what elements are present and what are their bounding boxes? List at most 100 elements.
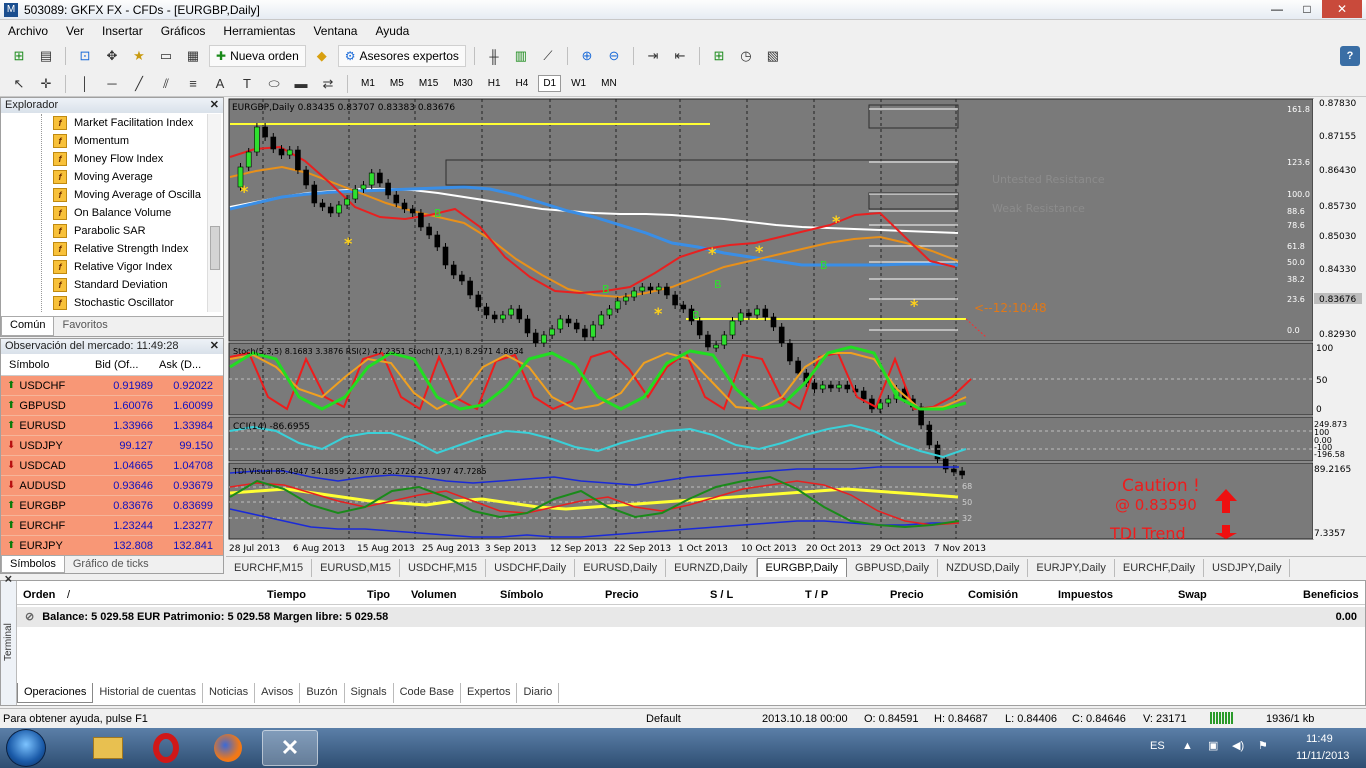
tree-item[interactable]: f Moving Average of Oscilla: [1, 186, 209, 204]
col-bid[interactable]: Bid (Of...: [91, 359, 153, 371]
explorer-taskbar-icon[interactable]: [80, 730, 136, 766]
tree-item[interactable]: f Momentum: [1, 132, 209, 150]
horizontal-line-icon[interactable]: ─: [101, 74, 123, 94]
close-icon[interactable]: ✕: [4, 575, 15, 583]
terminal-tab[interactable]: Historial de cuentas: [93, 683, 203, 703]
line-chart-icon[interactable]: ⟋: [537, 46, 559, 66]
expert-advisors-button[interactable]: ⚙ Asesores expertos: [337, 45, 466, 67]
language-indicator[interactable]: ES: [1150, 740, 1165, 752]
tree-item[interactable]: f Money Flow Index: [1, 150, 209, 168]
market-watch-icon[interactable]: ⊡: [74, 46, 96, 66]
chart-tab[interactable]: USDCHF,Daily: [486, 558, 576, 577]
tree-item[interactable]: f Parabolic SAR: [1, 222, 209, 240]
market-watch-row[interactable]: ⬆ EURUSD 1.33966 1.33984: [1, 416, 223, 436]
terminal-tab[interactable]: Avisos: [255, 683, 301, 703]
menu-ventana[interactable]: Ventana: [313, 24, 357, 38]
timeframe-m15[interactable]: M15: [414, 75, 443, 92]
terminal-tab[interactable]: Diario: [517, 683, 560, 703]
market-watch-row[interactable]: ⬆ GBPUSD 1.60076 1.60099: [1, 396, 223, 416]
tab-simbolos[interactable]: Símbolos: [1, 556, 65, 573]
tree-item[interactable]: f Relative Strength Index: [1, 240, 209, 258]
flag-icon[interactable]: ⚑: [1258, 739, 1268, 752]
timeframe-h1[interactable]: H1: [483, 75, 506, 92]
tab-favoritos[interactable]: Favoritos: [54, 317, 115, 336]
market-watch-row[interactable]: ⬆ EURJPY 132.808 132.841: [1, 536, 223, 556]
terminal-icon[interactable]: ▭: [155, 46, 177, 66]
cursor-icon[interactable]: ↖: [8, 74, 30, 94]
zoom-in-icon[interactable]: ⊕: [576, 46, 598, 66]
cci-pane[interactable]: [228, 416, 1314, 462]
tree-item[interactable]: f Moving Average: [1, 168, 209, 186]
opera-taskbar-icon[interactable]: [138, 730, 194, 766]
indicators-icon[interactable]: ⊞: [708, 46, 730, 66]
firefox-taskbar-icon[interactable]: [200, 730, 256, 766]
menu-insertar[interactable]: Insertar: [102, 24, 143, 38]
volume-icon[interactable]: ◀): [1232, 739, 1244, 752]
timeframe-m1[interactable]: M1: [356, 75, 380, 92]
new-chart-icon[interactable]: ⊞: [8, 46, 30, 66]
chart-window[interactable]: 161.8 123.6 100.0 88.6 78.6 61.8 50.0 38.2 23.6 0…: [226, 97, 1366, 557]
market-watch-row[interactable]: ⬇ USDJPY 99.127 99.150: [1, 436, 223, 456]
timeframe-m5[interactable]: M5: [385, 75, 409, 92]
rectangle-icon[interactable]: ▬: [290, 74, 312, 94]
timeframe-mn[interactable]: MN: [596, 75, 622, 92]
minimize-button[interactable]: —: [1262, 0, 1292, 18]
tab-comun[interactable]: Común: [1, 317, 55, 336]
menu-ayuda[interactable]: Ayuda: [375, 24, 409, 38]
menu-herramientas[interactable]: Herramientas: [223, 24, 295, 38]
chart-tab[interactable]: EURNZD,Daily: [666, 558, 757, 577]
chart-tab[interactable]: USDJPY,Daily: [1204, 558, 1291, 577]
maximize-button[interactable]: □: [1292, 0, 1322, 18]
text-label-icon[interactable]: T: [236, 74, 258, 94]
close-icon[interactable]: ✕: [210, 339, 219, 354]
market-watch-row[interactable]: ⬆ EURGBP 0.83676 0.83699: [1, 496, 223, 516]
col-tiempo[interactable]: Tiempo: [267, 589, 306, 601]
candlestick-icon[interactable]: ▥: [510, 46, 532, 66]
menu-ver[interactable]: Ver: [66, 24, 84, 38]
market-watch-row[interactable]: ⬇ USDCAD 1.04665 1.04708: [1, 456, 223, 476]
text-icon[interactable]: A: [209, 74, 231, 94]
templates-icon[interactable]: ▧: [762, 46, 784, 66]
vertical-line-icon[interactable]: │: [74, 74, 96, 94]
timeframe-h4[interactable]: H4: [511, 75, 534, 92]
chart-tab[interactable]: EURUSD,Daily: [575, 558, 667, 577]
timeframe-w1[interactable]: W1: [566, 75, 591, 92]
market-watch-row[interactable]: ⬆ EURCHF 1.23244 1.23277: [1, 516, 223, 536]
bar-chart-icon[interactable]: ╫: [483, 46, 505, 66]
col-precio-actual[interactable]: Precio: [890, 589, 924, 601]
tab-tick-chart[interactable]: Gráfico de ticks: [65, 556, 157, 573]
chart-tab[interactable]: EURGBP,Daily: [756, 558, 848, 577]
col-simbolo[interactable]: Símbolo: [500, 589, 543, 601]
terminal-tab[interactable]: Buzón: [300, 683, 345, 703]
metaeditor-icon[interactable]: ◆: [311, 46, 333, 66]
start-button[interactable]: [6, 729, 46, 767]
chart-tab[interactable]: EURUSD,M15: [312, 558, 400, 577]
col-sl[interactable]: S / L: [710, 589, 733, 601]
navigator-icon[interactable]: ★: [128, 46, 150, 66]
tree-item[interactable]: f Market Facilitation Index: [1, 114, 209, 132]
tray-arrow-icon[interactable]: ▲: [1182, 740, 1193, 752]
col-impuestos[interactable]: Impuestos: [1058, 589, 1113, 601]
close-icon[interactable]: ✕: [210, 98, 219, 113]
price-pane[interactable]: [228, 98, 1314, 342]
menu-archivo[interactable]: Archivo: [8, 24, 48, 38]
menu-graficos[interactable]: Gráficos: [161, 24, 206, 38]
col-ask[interactable]: Ask (D...: [153, 359, 213, 371]
col-beneficios[interactable]: Beneficios: [1303, 589, 1359, 601]
col-tp[interactable]: T / P: [805, 589, 828, 601]
tree-item[interactable]: f On Balance Volume: [1, 204, 209, 222]
crosshair-icon[interactable]: ✛: [35, 74, 57, 94]
market-watch-row[interactable]: ⬆ USDCHF 0.91989 0.92022: [1, 376, 223, 396]
trading-terminal-taskbar-icon[interactable]: ✕: [262, 730, 318, 766]
tree-item[interactable]: f Standard Deviation: [1, 276, 209, 294]
col-tipo[interactable]: Tipo: [367, 589, 390, 601]
col-volumen[interactable]: Volumen: [411, 589, 457, 601]
col-symbol[interactable]: Símbolo: [1, 359, 91, 371]
terminal-tab[interactable]: Signals: [345, 683, 394, 703]
help-icon[interactable]: ?: [1340, 46, 1360, 66]
col-orden[interactable]: Orden: [23, 589, 55, 601]
chart-tab[interactable]: EURJPY,Daily: [1028, 558, 1115, 577]
col-swap[interactable]: Swap: [1178, 589, 1207, 601]
tester-icon[interactable]: ▦: [182, 46, 204, 66]
trendline-icon[interactable]: ╱: [128, 74, 150, 94]
